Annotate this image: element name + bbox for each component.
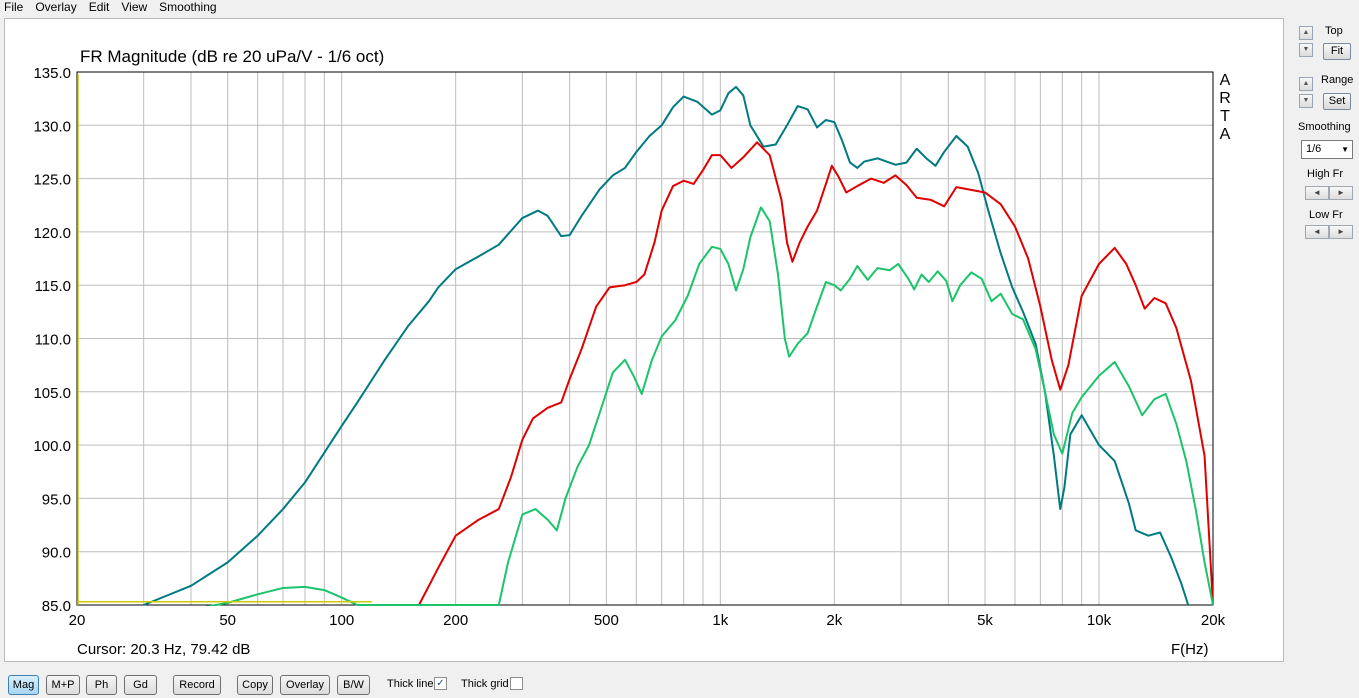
series-line-2 — [418, 141, 1213, 606]
smoothing-label: Smoothing — [1298, 121, 1351, 133]
top-up-spinner[interactable]: ▲ — [1299, 26, 1313, 40]
fit-button[interactable]: Fit — [1323, 43, 1351, 60]
menu-view[interactable]: View — [116, 0, 154, 14]
low-fr-right-button[interactable]: ► — [1329, 225, 1353, 239]
thick-line-checkbox[interactable]: ✓ — [434, 677, 447, 690]
chart-area[interactable]: 20 50 100 200 500 1k 2k 5k 10k 20k 135.0 130.0 125.0… — [4, 18, 1284, 662]
tick-labels: 20 50 100 200 500 1k 2k 5k 10k 20k 135.0 130.0 125.0… — [33, 65, 1225, 629]
low-fr-left-button[interactable]: ◄ — [1305, 225, 1329, 239]
range-label: Range — [1321, 74, 1354, 86]
series-lines — [77, 74, 1213, 606]
range-down-spinner[interactable]: ▼ — [1299, 94, 1313, 108]
y-tick-label: 115.0 — [35, 278, 71, 295]
grid-lines — [77, 72, 1213, 605]
range-up-spinner[interactable]: ▲ — [1299, 77, 1313, 91]
y-tick-label: 100.0 — [33, 438, 71, 455]
watermark-letter: T — [1220, 108, 1230, 125]
y-tick-label: 110.0 — [35, 332, 71, 349]
y-tick-label: 105.0 — [33, 385, 71, 402]
y-tick-label: 95.0 — [42, 491, 71, 508]
thick-line-label: Thick line — [387, 678, 434, 690]
y-tick-label: 85.0 — [42, 598, 71, 615]
copy-button[interactable]: Copy — [237, 675, 273, 695]
chevron-down-icon: ▼ — [1341, 145, 1349, 154]
x-axis-label: F(Hz) — [1171, 641, 1209, 658]
top-down-spinner[interactable]: ▼ — [1299, 43, 1313, 57]
high-fr-label: High Fr — [1307, 168, 1344, 180]
watermark-letter: A — [1220, 126, 1231, 143]
x-tick-label: 10k — [1087, 612, 1112, 629]
mag-phase-button[interactable]: M+P — [46, 675, 80, 695]
x-tick-label: 100 — [329, 612, 354, 629]
thick-grid-label: Thick grid — [461, 678, 509, 690]
thick-grid-checkbox[interactable] — [510, 677, 523, 690]
menu-file[interactable]: File — [0, 0, 30, 14]
chart-title: FR Magnitude (dB re 20 uPa/V - 1/6 oct) — [80, 47, 384, 66]
smoothing-value: 1/6 — [1306, 143, 1322, 155]
y-tick-label: 135.0 — [33, 65, 71, 82]
menu-overlay[interactable]: Overlay — [30, 0, 83, 14]
set-button[interactable]: Set — [1323, 93, 1351, 110]
low-fr-label: Low Fr — [1309, 209, 1343, 221]
x-tick-label: 1k — [712, 612, 728, 629]
x-tick-label: 200 — [443, 612, 468, 629]
right-panel: Top ▲ ▼ Fit Range ▲ ▼ Set Smoothing 1/6 … — [1288, 18, 1358, 662]
x-tick-label: 5k — [977, 612, 993, 629]
x-tick-label: 50 — [219, 612, 236, 629]
top-label: Top — [1325, 25, 1343, 37]
y-tick-label: 90.0 — [42, 545, 71, 562]
frequency-response-chart[interactable]: 20 50 100 200 500 1k 2k 5k 10k 20k 135.0 130.0 125.0… — [5, 19, 1285, 663]
x-tick-label: 2k — [826, 612, 842, 629]
high-fr-right-button[interactable]: ► — [1329, 186, 1353, 200]
y-tick-label: 120.0 — [33, 225, 71, 242]
watermark-letter: R — [1219, 90, 1231, 107]
series-line-3 — [204, 206, 1213, 606]
y-tick-label: 125.0 — [33, 172, 71, 189]
phase-button[interactable]: Ph — [86, 675, 117, 695]
arta-watermark: ARTA — [1219, 72, 1231, 143]
record-button[interactable]: Record — [173, 675, 221, 695]
x-tick-label: 20k — [1201, 612, 1226, 629]
watermark-letter: A — [1220, 72, 1231, 89]
bw-button[interactable]: B/W — [337, 675, 370, 695]
smoothing-select[interactable]: 1/6 ▼ — [1301, 140, 1353, 159]
menu-edit[interactable]: Edit — [84, 0, 117, 14]
y-tick-label: 130.0 — [33, 118, 71, 135]
menu-bar: File Overlay Edit View Smoothing — [0, 0, 1359, 14]
series-line-1 — [143, 85, 1190, 606]
x-tick-label: 500 — [594, 612, 619, 629]
x-tick-label: 20 — [69, 612, 86, 629]
mag-button[interactable]: Mag — [8, 675, 39, 695]
high-fr-left-button[interactable]: ◄ — [1305, 186, 1329, 200]
overlay-button[interactable]: Overlay — [280, 675, 330, 695]
bottom-toolbar: Mag M+P Ph Gd Record Copy Overlay B/W Th… — [0, 670, 1359, 698]
group-delay-button[interactable]: Gd — [124, 675, 157, 695]
cursor-readout: Cursor: 20.3 Hz, 79.42 dB — [77, 641, 250, 658]
menu-smoothing[interactable]: Smoothing — [154, 0, 223, 14]
